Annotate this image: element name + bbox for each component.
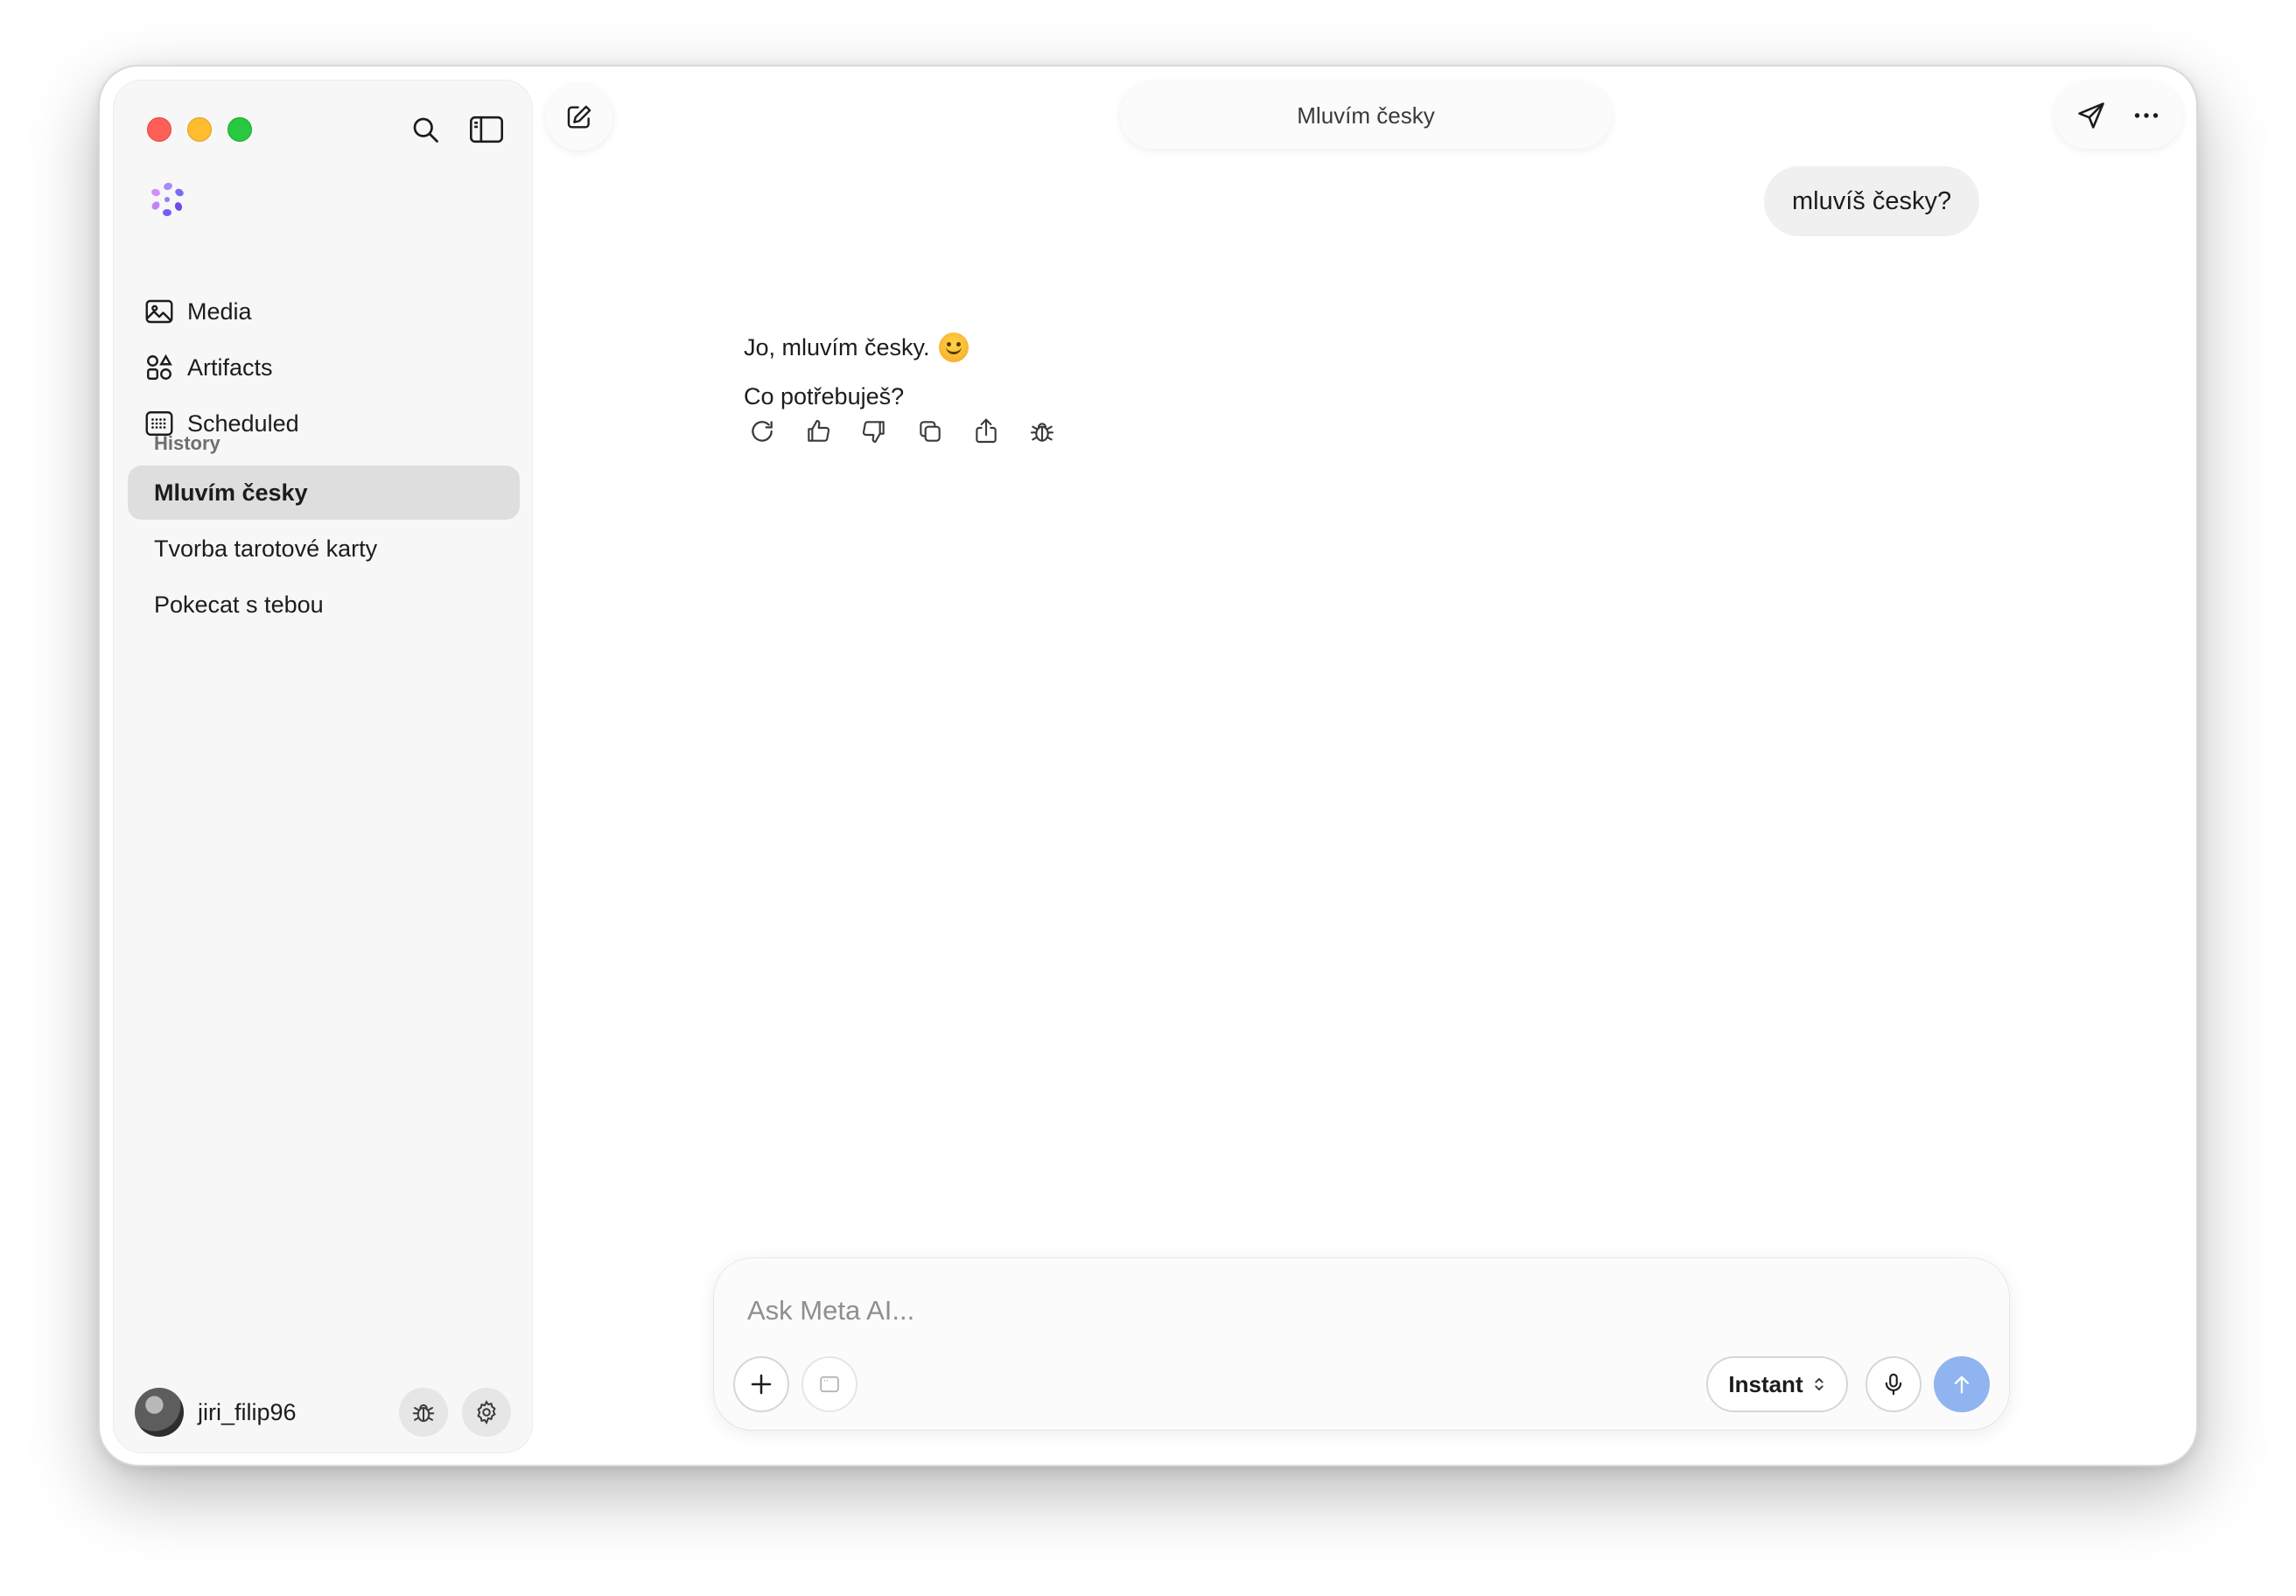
window-controls [147, 117, 252, 142]
gear-icon [477, 1400, 496, 1425]
history-item-label: Tvorba tarotové karty [154, 535, 378, 562]
more-horizontal-icon [2134, 113, 2158, 118]
arrow-up-icon [1954, 1376, 1970, 1394]
history-item-pokecat-s-tebou[interactable]: Pokecat s tebou [128, 578, 520, 632]
user-message-text: mluvíš česky? [1792, 186, 1952, 215]
thumbs-down-button[interactable] [858, 415, 891, 448]
nav-item-media[interactable]: Media [140, 287, 508, 336]
thumbs-up-icon [808, 419, 830, 442]
sidebar-icon [470, 116, 503, 144]
meta-ai-logo-icon [151, 182, 184, 216]
user-message-bubble: mluvíš česky? [1764, 166, 1980, 236]
report-bug-button[interactable] [399, 1388, 448, 1437]
thumbs-down-icon [862, 421, 885, 444]
bug-icon [1030, 423, 1054, 442]
more-options-button[interactable] [2131, 100, 2162, 131]
window-icon [820, 1376, 839, 1393]
copy-icon [920, 421, 941, 442]
conversation-title[interactable]: Mluvím česky [1120, 82, 1612, 149]
ai-message-line: Jo, mluvím česky. [744, 332, 969, 362]
close-window-button[interactable] [147, 117, 172, 142]
ai-message-text: Co potřebuješ? [744, 383, 905, 410]
share-conversation-button[interactable] [2076, 100, 2107, 131]
message-composer: Instant [714, 1258, 2009, 1430]
history-heading: History [154, 432, 220, 454]
chevron-up-down-icon [1814, 1377, 1824, 1391]
send-arrow-icon [2077, 102, 2104, 129]
thumbs-up-button[interactable] [802, 415, 835, 448]
microphone-icon [1885, 1373, 1902, 1396]
mode-selector[interactable]: Instant [1706, 1356, 1848, 1412]
plus-icon [751, 1374, 772, 1395]
username: jiri_filip96 [198, 1398, 297, 1425]
search-icon [413, 117, 438, 143]
smiling-emoji-icon [938, 332, 969, 362]
history-item-label: Pokecat s tebou [154, 591, 324, 618]
history-item-tvorba-tarotove-karty[interactable]: Tvorba tarotové karty [128, 522, 520, 576]
regenerate-icon [752, 421, 773, 442]
avatar[interactable] [135, 1388, 184, 1437]
zoom-window-button[interactable] [228, 117, 252, 142]
history-item-mluvim-cesky[interactable]: Mluvím česky [128, 466, 520, 520]
app-window: Media Artifacts Scheduled History Mluvím… [98, 65, 2198, 1466]
send-button[interactable] [1934, 1356, 1990, 1412]
settings-button[interactable] [462, 1388, 511, 1437]
regenerate-button[interactable] [746, 415, 779, 448]
share-button[interactable] [970, 415, 1003, 448]
image-icon [145, 299, 173, 324]
shapes-icon [147, 354, 172, 380]
history-item-label: Mluvím česky [154, 479, 308, 506]
new-chat-button[interactable] [546, 84, 612, 150]
search-button[interactable] [402, 107, 448, 152]
mode-selector-label: Instant [1728, 1370, 1803, 1397]
minimize-window-button[interactable] [187, 117, 212, 142]
share-icon [976, 418, 997, 444]
compose-icon [567, 105, 592, 129]
voice-input-button[interactable] [1866, 1356, 1922, 1412]
message-actions [746, 415, 1059, 448]
bug-icon [412, 1404, 435, 1422]
nav-item-label: Media [187, 298, 252, 325]
ai-message-line: Co potřebuješ? [744, 383, 904, 410]
report-message-button[interactable] [1026, 415, 1059, 448]
message-input[interactable] [747, 1293, 1885, 1328]
attach-button[interactable] [733, 1356, 789, 1412]
ai-message-text: Jo, mluvím česky. [744, 333, 930, 360]
conversation-title-text: Mluvím česky [1297, 102, 1435, 129]
toggle-sidebar-button[interactable] [464, 107, 509, 152]
sidebar: Media Artifacts Scheduled History Mluvím… [114, 80, 532, 1452]
nav-item-label: Artifacts [187, 354, 273, 381]
canvas-button[interactable] [802, 1356, 858, 1412]
copy-button[interactable] [914, 415, 947, 448]
meta-ai-logo [147, 178, 189, 220]
nav-item-artifacts[interactable]: Artifacts [140, 343, 508, 392]
top-right-actions [2054, 82, 2182, 149]
